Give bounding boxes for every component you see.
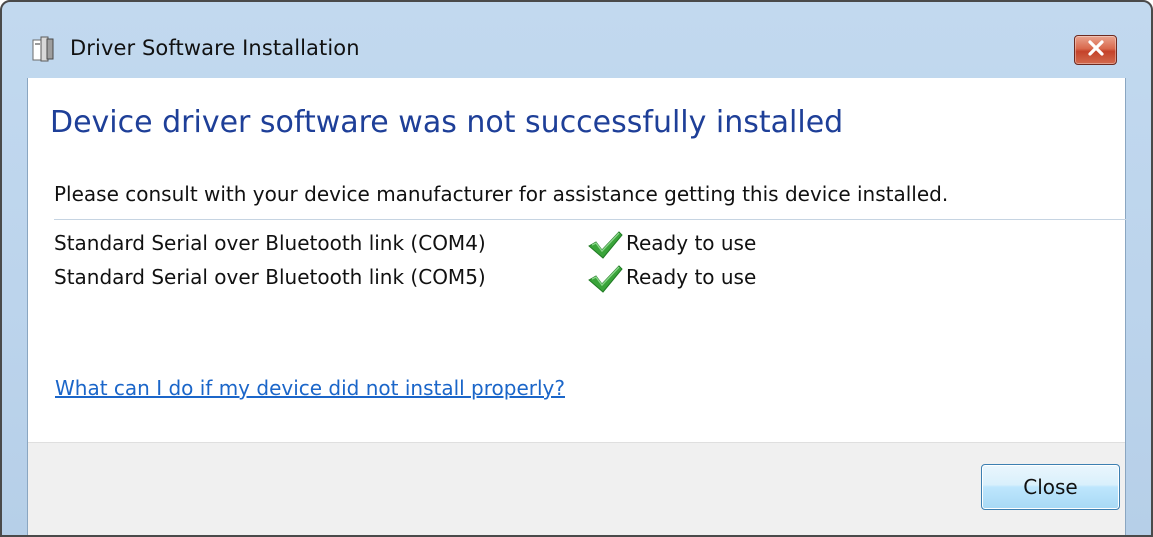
main-heading: Device driver software was not successfu… [50, 105, 844, 140]
instruction-text: Please consult with your device manufact… [54, 182, 949, 206]
separator-line [54, 219, 1127, 220]
device-status: Ready to use [626, 231, 757, 255]
window-close-button[interactable] [1074, 35, 1117, 65]
title-bar[interactable]: Driver Software Installation [2, 2, 1151, 78]
close-x-icon [1087, 40, 1105, 60]
window-title: Driver Software Installation [70, 36, 360, 60]
device-name: Standard Serial over Bluetooth link (COM… [54, 231, 486, 255]
device-installer-icon [30, 36, 56, 62]
dialog-window: Driver Software Installation Device driv… [0, 0, 1153, 537]
device-status: Ready to use [626, 265, 757, 289]
help-link[interactable]: What can I do if my device did not insta… [55, 376, 565, 400]
green-check-icon [586, 229, 624, 261]
device-name: Standard Serial over Bluetooth link (COM… [54, 265, 486, 289]
green-check-icon [586, 263, 624, 295]
close-button[interactable]: Close [981, 464, 1120, 510]
dialog-footer: Close [28, 442, 1125, 535]
device-row: Standard Serial over Bluetooth link (COM… [54, 231, 954, 259]
dialog-content: Device driver software was not successfu… [27, 78, 1127, 535]
device-row: Standard Serial over Bluetooth link (COM… [54, 265, 954, 293]
